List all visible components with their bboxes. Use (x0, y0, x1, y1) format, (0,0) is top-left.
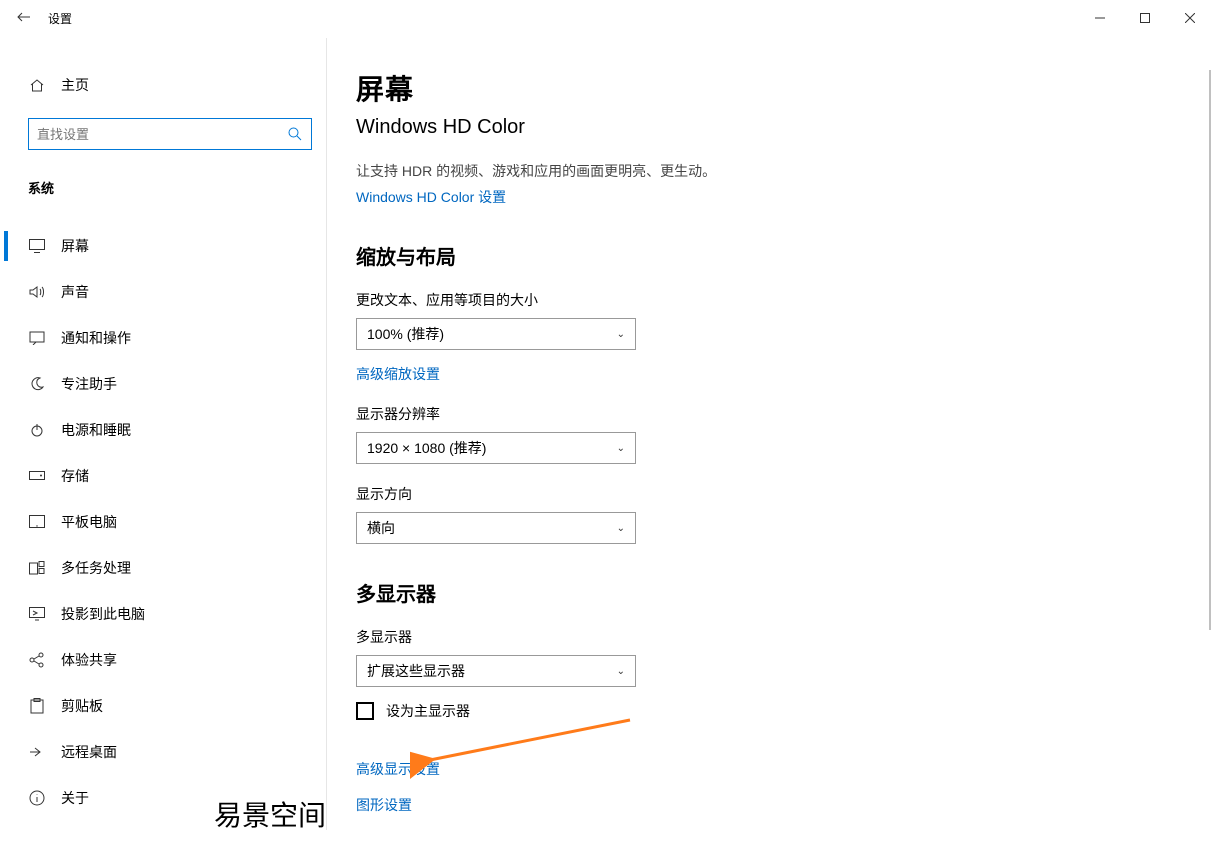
multi-value: 扩展这些显示器 (367, 661, 465, 681)
settings-window: 设置 主页 系统 (4, 2, 1212, 834)
nav-label: 电源和睡眠 (61, 420, 131, 440)
nav-display[interactable]: 屏幕 (4, 223, 326, 269)
minimize-button[interactable] (1077, 2, 1122, 34)
orientation-select[interactable]: 横向 ⌄ (356, 512, 636, 544)
search-icon (279, 127, 311, 141)
close-button[interactable] (1167, 2, 1212, 34)
primary-checkbox[interactable] (356, 702, 374, 720)
search-input[interactable] (29, 127, 279, 142)
page-title: 屏幕 (356, 68, 1212, 108)
nav-sound[interactable]: 声音 (4, 269, 326, 315)
notifications-icon (28, 331, 46, 345)
orientation-label: 显示方向 (356, 484, 1212, 504)
clipboard-icon (28, 698, 46, 714)
advanced-scale-link[interactable]: 高级缩放设置 (356, 364, 440, 384)
nav-label: 专注助手 (61, 374, 117, 394)
nav-shared[interactable]: 体验共享 (4, 637, 326, 683)
tablet-icon (28, 515, 46, 529)
display-icon (28, 239, 46, 253)
scale-field-label: 更改文本、应用等项目的大小 (356, 290, 1212, 310)
maximize-button[interactable] (1122, 2, 1167, 34)
nav-notifications[interactable]: 通知和操作 (4, 315, 326, 361)
nav-remote[interactable]: 远程桌面 (4, 729, 326, 775)
nav-label: 远程桌面 (61, 742, 117, 762)
nav-label: 声音 (61, 282, 89, 302)
scale-heading: 缩放与布局 (356, 241, 1212, 270)
nav-label: 体验共享 (61, 650, 117, 670)
back-button[interactable] (4, 10, 44, 27)
home-icon (28, 77, 46, 93)
nav-tablet[interactable]: 平板电脑 (4, 499, 326, 545)
focus-icon (28, 376, 46, 392)
nav-label: 关于 (61, 788, 89, 808)
scale-select[interactable]: 100% (推荐) ⌄ (356, 318, 636, 350)
multi-heading: 多显示器 (356, 578, 1212, 607)
multi-display-select[interactable]: 扩展这些显示器 ⌄ (356, 655, 636, 687)
window-title: 设置 (44, 10, 72, 27)
nav-label: 平板电脑 (61, 512, 117, 532)
primary-checkbox-label: 设为主显示器 (386, 701, 470, 721)
titlebar: 设置 (4, 2, 1212, 34)
orientation-value: 横向 (367, 518, 395, 538)
scale-value: 100% (推荐) (367, 324, 444, 344)
nav-focus-assist[interactable]: 专注助手 (4, 361, 326, 407)
chevron-down-icon: ⌄ (617, 666, 625, 677)
chevron-down-icon: ⌄ (617, 443, 625, 454)
nav-list: 屏幕 声音 通知和操作 专注助手 电源和睡眠 (4, 223, 326, 821)
multitask-icon (28, 561, 46, 575)
nav-label: 投影到此电脑 (61, 604, 145, 624)
multi-label: 多显示器 (356, 627, 1212, 647)
search-input-wrap[interactable] (28, 118, 312, 150)
graphics-settings-link[interactable]: 图形设置 (356, 797, 412, 813)
storage-icon (28, 471, 46, 481)
home-link[interactable]: 主页 (4, 66, 326, 104)
content-scrollbar[interactable] (1209, 70, 1211, 630)
nav-storage[interactable]: 存储 (4, 453, 326, 499)
remote-icon (28, 745, 46, 759)
home-label: 主页 (61, 75, 89, 95)
nav-label: 通知和操作 (61, 328, 131, 348)
nav-multitask[interactable]: 多任务处理 (4, 545, 326, 591)
primary-checkbox-row[interactable]: 设为主显示器 (356, 701, 1212, 721)
power-icon (28, 422, 46, 438)
nav-label: 屏幕 (61, 236, 89, 256)
chevron-down-icon: ⌄ (617, 329, 625, 340)
nav-label: 剪贴板 (61, 696, 103, 716)
advanced-display-link[interactable]: 高级显示设置 (356, 761, 440, 777)
chevron-down-icon: ⌄ (617, 523, 625, 534)
hdr-description: 让支持 HDR 的视频、游戏和应用的画面更明亮、更生动。 (356, 161, 1212, 181)
sound-icon (28, 285, 46, 299)
nav-label: 存储 (61, 466, 89, 486)
hdr-heading: Windows HD Color (356, 116, 1212, 139)
about-icon (28, 790, 46, 806)
sidebar: 主页 系统 屏幕 声音 通知和操作 (4, 34, 326, 834)
nav-clipboard[interactable]: 剪贴板 (4, 683, 326, 729)
resolution-select[interactable]: 1920 × 1080 (推荐) ⌄ (356, 432, 636, 464)
nav-project[interactable]: 投影到此电脑 (4, 591, 326, 637)
watermark: 易景空间 (214, 794, 326, 834)
content-area: 屏幕 Windows HD Color 让支持 HDR 的视频、游戏和应用的画面… (326, 34, 1212, 834)
resolution-value: 1920 × 1080 (推荐) (367, 438, 486, 458)
resolution-label: 显示器分辨率 (356, 404, 1212, 424)
nav-label: 多任务处理 (61, 558, 131, 578)
project-icon (28, 607, 46, 621)
shared-icon (28, 652, 46, 668)
hdr-settings-link[interactable]: Windows HD Color 设置 (356, 187, 506, 207)
category-label: 系统 (4, 178, 326, 197)
nav-power[interactable]: 电源和睡眠 (4, 407, 326, 453)
